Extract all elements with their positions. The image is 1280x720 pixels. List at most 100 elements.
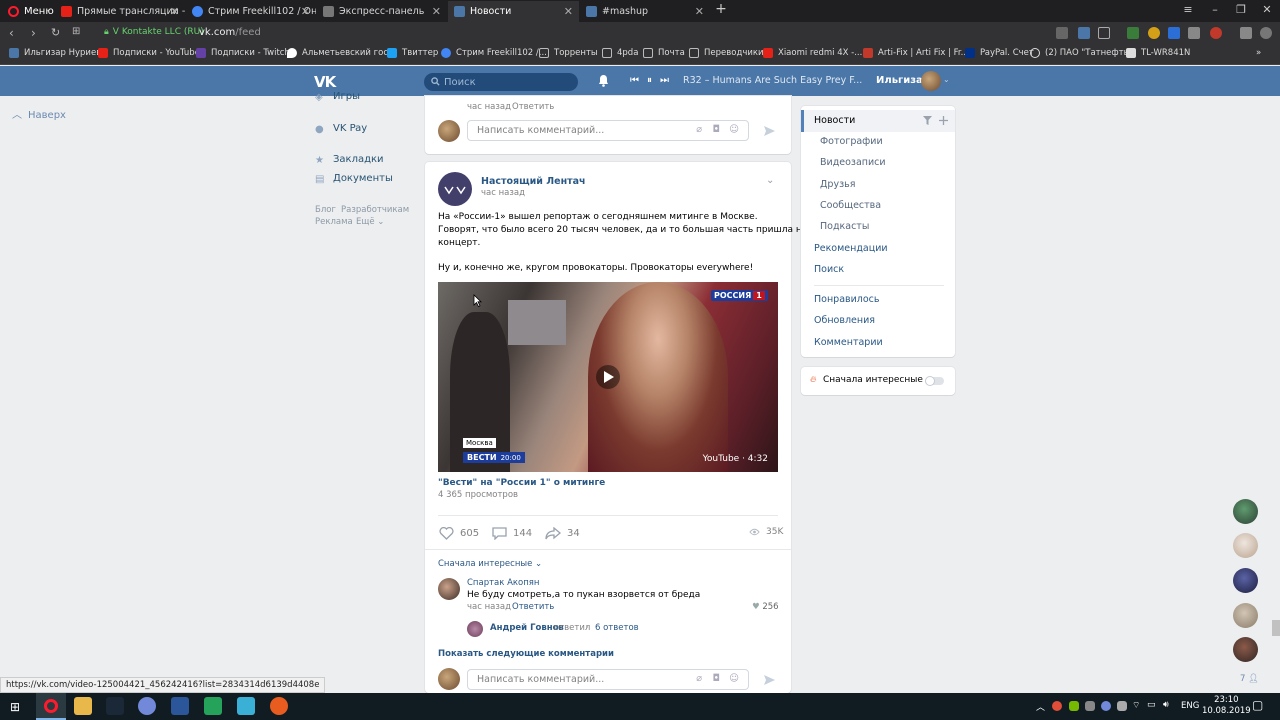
windows-start-icon[interactable]: ⊞ [10, 700, 20, 714]
friend-avatar[interactable] [1233, 499, 1258, 524]
interesting-first-toggle[interactable] [925, 376, 944, 386]
tabs-grid-icon[interactable]: ⊞ [72, 26, 80, 37]
extension-icon[interactable] [1210, 27, 1222, 39]
sidebar-item-vkpay[interactable]: ● VK Pay [315, 123, 367, 135]
video-player[interactable]: РОССИЯ 1 Москва ВЕСТИ 20:00 YouTube · 4:32 [438, 282, 778, 472]
download-icon[interactable] [1188, 27, 1200, 39]
friend-avatar[interactable] [1233, 603, 1258, 628]
friend-avatar[interactable] [1233, 533, 1258, 558]
replies-count-link[interactable]: 6 ответов [595, 623, 639, 633]
tab-speed-dial[interactable]: Экспресс-панель ✕ [317, 1, 447, 22]
reply-link[interactable]: Ответить [512, 602, 554, 612]
vk-logo[interactable]: VK [314, 73, 336, 91]
sidebar-item-games[interactable]: ◈ Игры [315, 91, 360, 103]
play-button[interactable] [596, 365, 620, 389]
footer-link-ads[interactable]: Реклама [315, 217, 353, 227]
bookmark-item[interactable]: Arti-Fix | Arti Fix | Fr... [863, 48, 969, 58]
minimize-icon[interactable]: – [1207, 3, 1223, 19]
restore-icon[interactable]: ❐ [1233, 3, 1249, 19]
camera-icon[interactable]: ◘ [712, 124, 720, 135]
friend-avatar[interactable] [1233, 568, 1258, 593]
bell-icon[interactable] [598, 74, 609, 87]
app-icon[interactable] [270, 697, 288, 715]
prev-track-icon[interactable]: ⏮︎ [630, 75, 639, 86]
comment-input[interactable]: Написать комментарий... ⌀ ◘ ☺ [467, 669, 749, 690]
tray-chevron-icon[interactable]: ︿ [1036, 700, 1045, 713]
nav-photos[interactable]: Фотографии [820, 136, 883, 147]
avatar[interactable] [467, 621, 483, 637]
nav-recommendations[interactable]: Рекомендации [814, 243, 888, 254]
back-icon[interactable]: ‹ [9, 26, 14, 40]
bookmark-item[interactable]: Ильгизар Нуриев [9, 48, 101, 58]
download-icon[interactable] [1240, 27, 1252, 39]
tray-icon[interactable] [1101, 701, 1111, 711]
app-icon[interactable] [237, 697, 255, 715]
close-icon[interactable]: ✕ [301, 5, 310, 18]
tab-menu-icon[interactable]: ≡ [1180, 3, 1196, 19]
folder-icon[interactable] [74, 697, 92, 715]
app-icon[interactable] [204, 697, 222, 715]
sidebar-item-bookmarks[interactable]: ★ Закладки [315, 154, 384, 166]
avatar[interactable] [438, 578, 460, 600]
tray-icon[interactable] [1117, 701, 1127, 711]
current-track[interactable]: R32 – Humans Are Such Easy Prey F... [683, 75, 862, 86]
nav-news[interactable]: Новости [814, 115, 855, 126]
extension-icon[interactable] [1127, 27, 1139, 39]
reply-link[interactable]: Ответить [512, 102, 554, 112]
nav-communities[interactable]: Сообщества [820, 200, 881, 211]
chevron-down-icon[interactable]: ⌄ [943, 75, 950, 84]
secure-badge[interactable]: 🔒︎ V Kontakte LLC (RU) [104, 27, 204, 37]
comment-author[interactable]: Спартак Акопян [467, 578, 539, 588]
heart-icon[interactable] [1098, 27, 1110, 39]
url-field[interactable]: vk.com/feed [199, 27, 261, 38]
camera-icon[interactable]: ◘ [712, 673, 720, 684]
tab-mashup[interactable]: #mashup ✕ [580, 1, 710, 22]
attach-icon[interactable]: ⌀ [696, 124, 702, 135]
bookmark-item[interactable]: PayPal. Счет [965, 48, 1034, 58]
volume-icon[interactable]: 🔊︎ [1163, 700, 1169, 710]
camera-icon[interactable] [1056, 27, 1068, 39]
reply-author[interactable]: Андрей Говнов [490, 623, 564, 633]
forward-icon[interactable]: › [31, 26, 36, 40]
taskbar-opera[interactable] [36, 693, 66, 720]
new-tab-button[interactable]: + [713, 1, 729, 17]
filter-icon[interactable] [923, 116, 932, 125]
bookmark-item[interactable]: Торренты [539, 48, 598, 58]
post-time[interactable]: час назад [481, 188, 525, 198]
battery-icon[interactable]: ▭ [1147, 700, 1156, 710]
video-title[interactable]: "Вести" на "России 1" о митинге [438, 478, 605, 488]
bookmark-item[interactable]: Почта [643, 48, 685, 58]
like-button[interactable]: 605 [439, 527, 479, 540]
discord-icon[interactable] [138, 697, 156, 715]
back-to-top[interactable]: ︿ Наверх [12, 106, 66, 121]
bookmark-item[interactable]: TL-WR841N [1126, 48, 1190, 58]
search-input[interactable]: Поиск [424, 73, 578, 91]
browser-menu-button[interactable]: Меню [0, 0, 54, 22]
extension-icon[interactable] [1168, 27, 1180, 39]
notifications-icon[interactable]: ▢ [1252, 698, 1263, 712]
plus-icon[interactable] [939, 116, 948, 125]
nav-search[interactable]: Поиск [814, 264, 844, 275]
friend-avatar[interactable] [1233, 637, 1258, 662]
bookmark-item[interactable]: (2) ПАО "Татнефть" [1030, 48, 1133, 58]
tray-icon[interactable] [1069, 701, 1079, 711]
nav-friends[interactable]: Друзья [820, 179, 855, 190]
post-author[interactable]: Настоящий Лентач [481, 176, 586, 187]
footer-link-more[interactable]: Ещё ⌄ [356, 217, 384, 227]
nav-podcasts[interactable]: Подкасты [820, 221, 869, 232]
comment-button[interactable]: 144 [492, 527, 532, 540]
page-scrollbar[interactable] [1272, 620, 1280, 636]
tab-twitch[interactable]: Прямые трансляции - Tw✕ [55, 1, 185, 22]
close-icon[interactable]: ✕ [695, 5, 704, 18]
language-indicator[interactable]: ENG [1181, 701, 1199, 711]
tab-news[interactable]: Новости ✕ [448, 1, 579, 22]
extension-icon[interactable] [1148, 27, 1160, 39]
friends-online-count[interactable]: 7 👤︎ [1240, 674, 1259, 684]
tray-icon[interactable] [1052, 701, 1062, 711]
close-icon[interactable]: ✕ [432, 5, 441, 18]
share-button[interactable]: 34 [545, 527, 580, 540]
bookmark-item[interactable]: Стрим Freekill102 /... [441, 48, 547, 58]
nav-videos[interactable]: Видеозаписи [820, 157, 886, 168]
comments-sort[interactable]: Сначала интересные ⌄ [438, 559, 542, 569]
bookmarks-overflow-icon[interactable]: » [1256, 48, 1261, 58]
